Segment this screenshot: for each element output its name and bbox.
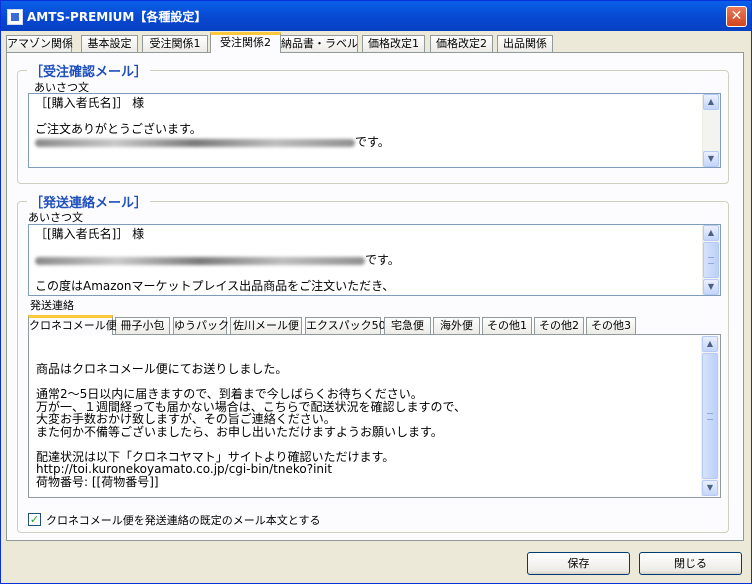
scroll-thumb[interactable] <box>702 353 718 479</box>
text-line: です。 <box>35 254 700 267</box>
tab-other-1[interactable]: その他1 <box>482 317 532 334</box>
redacted-text <box>35 138 355 147</box>
tab-takkyubin[interactable]: 宅急便 <box>384 317 431 334</box>
settings-window: AMTS-PREMIUM【各種設定】 ✕ アマゾン関係 基本設定 受注関係1 受… <box>0 0 752 584</box>
text-line: ［[購入者氏名]］ 様 <box>35 96 145 110</box>
tab-yu-pack[interactable]: ゆうパック <box>173 317 229 334</box>
tab-listing[interactable]: 出品関係 <box>497 35 553 52</box>
app-icon <box>7 9 23 25</box>
scroll-up-icon[interactable]: ▲ <box>702 336 718 352</box>
shipping-greeting-text: ［[購入者氏名]］ 様​です。​この度はAmazonマーケットプレイス出品商品を… <box>35 228 700 293</box>
shipping-greeting-textarea[interactable]: ［[購入者氏名]］ 様​です。​この度はAmazonマーケットプレイス出品商品を… <box>28 224 721 296</box>
tab-delivery-labels[interactable]: 納品書・ラベル <box>280 35 358 52</box>
text-line: です。 <box>35 136 700 149</box>
tab-basic-settings[interactable]: 基本設定 <box>81 35 138 52</box>
carrier-body-scrollbar[interactable]: ▲ ▼ <box>701 336 719 496</box>
order-confirm-greeting-textarea[interactable]: ［[購入者氏名]］ 様​ご注文ありがとうございます。です。 ▲ ▼ <box>28 93 721 168</box>
text-line: 通常2～5日以内に届きますので、到着まで今しばらくお待ちください。 <box>36 387 423 401</box>
tab-other-2[interactable]: その他2 <box>534 317 584 334</box>
shipping-greeting-label: あいさつ文 <box>28 211 83 224</box>
text-line: この度はAmazonマーケットプレイス出品商品をご注文いただき、 <box>35 279 395 293</box>
title-bar[interactable]: AMTS-PREMIUM【各種設定】 ✕ <box>1 1 751 31</box>
scroll-down-icon[interactable]: ▼ <box>703 279 719 295</box>
text-line: 大変お手数おかけ致しますが、その旨ご連絡ください。 <box>36 412 336 426</box>
scroll-up-icon[interactable]: ▲ <box>703 225 719 241</box>
default-body-checkbox-label[interactable]: クロネコメール便を発送連絡の既定のメール本文とする <box>46 512 320 528</box>
text-line: また何か不備等ございましたら、お申し出いただけますようお願いします。 <box>36 424 443 439</box>
carrier-body-text: ​​商品はクロネコメール便にてお送りしました。​通常2～5日以内に届きますので、… <box>36 338 699 488</box>
redacted-text <box>35 256 365 265</box>
tab-price-revision-2[interactable]: 価格改定2 <box>430 35 493 52</box>
tab-overseas[interactable]: 海外便 <box>433 317 480 334</box>
window-title: AMTS-PREMIUM【各種設定】 <box>27 10 207 24</box>
text-line: http://toi.kuronekoyamato.co.jp/cgi-bin/… <box>36 462 333 476</box>
tab-orders-2[interactable]: 受注関係2 <box>210 32 281 53</box>
carrier-panel: ​​商品はクロネコメール便にてお送りしました。​通常2～5日以内に届きますので、… <box>28 334 721 498</box>
shipping-greeting-scrollbar[interactable]: ▲ ▼ <box>702 225 720 295</box>
text-line: ［[購入者氏名]］ 様 <box>35 227 145 241</box>
text-line: ​ <box>36 438 699 451</box>
tab-sagawa-mail[interactable]: 佐川メール便 <box>230 317 302 334</box>
shipping-notice-label: 発送連絡 <box>30 299 74 312</box>
text-line: 荷物番号: [[荷物番号]] <box>36 474 159 489</box>
scroll-thumb[interactable] <box>703 242 719 278</box>
tab-booklet-parcel[interactable]: 冊子小包 <box>115 317 170 334</box>
tab-amazon[interactable]: アマゾン関係 <box>6 35 73 52</box>
carrier-body-textarea[interactable]: ​​商品はクロネコメール便にてお送りしました。​通常2～5日以内に届きますので、… <box>30 336 719 496</box>
save-button[interactable]: 保存 <box>527 552 630 575</box>
text-fragment: です。 <box>365 253 400 267</box>
text-fragment: です。 <box>355 135 390 149</box>
text-line: ​ <box>36 338 699 351</box>
scroll-down-icon[interactable]: ▼ <box>703 151 719 167</box>
close-button[interactable]: 閉じる <box>639 552 742 575</box>
tab-orders-1[interactable]: 受注関係1 <box>142 35 208 52</box>
order-confirm-scrollbar[interactable]: ▲ ▼ <box>702 94 720 167</box>
scroll-up-icon[interactable]: ▲ <box>703 94 719 110</box>
tab-price-revision-1[interactable]: 価格改定1 <box>362 35 425 52</box>
tab-kuroneko-mail[interactable]: クロネコメール便 <box>28 315 117 335</box>
order-confirm-group-title: ［受注確認メール］ <box>27 61 151 80</box>
tab-expack500[interactable]: エクスパック500 <box>305 317 393 334</box>
default-body-checkbox[interactable]: ✓ <box>28 513 41 526</box>
tab-other-3[interactable]: その他3 <box>586 317 636 334</box>
order-confirm-greeting-text: ［[購入者氏名]］ 様​ご注文ありがとうございます。です。 <box>35 97 700 149</box>
window-close-button[interactable]: ✕ <box>726 6 747 27</box>
scroll-down-icon[interactable]: ▼ <box>702 480 718 496</box>
text-line: 商品はクロネコメール便にてお送りしました。 <box>36 362 288 376</box>
